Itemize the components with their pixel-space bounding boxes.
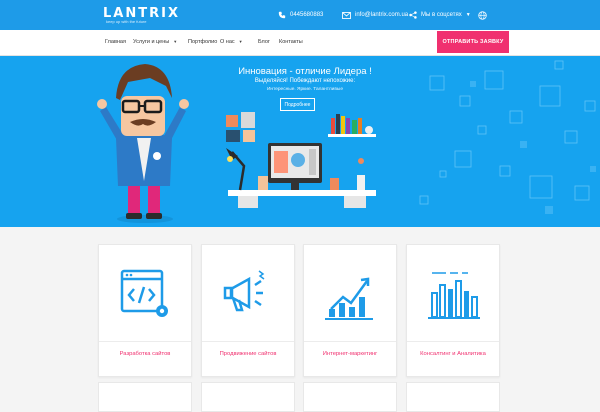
hero-banner: Инновация - отличие Лидера ! Выделяйся! … (0, 56, 600, 227)
share-icon (409, 11, 417, 19)
phone-number: 0445680883 (290, 12, 324, 18)
service-card-consulting[interactable]: Консалтинг и Аналитика (406, 244, 500, 377)
service-card-partial[interactable] (201, 382, 295, 412)
mail-icon (342, 11, 351, 19)
request-button[interactable]: ОТПРАВИТЬ ЗАЯВКУ (437, 31, 509, 53)
bar-chart-icon (428, 272, 480, 319)
nav-item-services[interactable]: Услуги и цены ▼ (133, 39, 177, 45)
megaphone-icon (223, 270, 265, 312)
service-card-marketing[interactable]: Интернет-маркетинг (303, 244, 397, 377)
email-address: info@lantrix.com.ua (355, 12, 409, 18)
chevron-down-icon: ▼ (173, 39, 178, 44)
service-card-web-dev[interactable]: Разработка сайтов (98, 244, 192, 377)
service-card-partial[interactable] (406, 382, 500, 412)
growth-chart-icon (325, 277, 373, 320)
language-switch[interactable] (478, 9, 491, 21)
service-label: Продвижение сайтов (219, 351, 277, 357)
hero-title: Инновация - отличие Лидера ! (238, 66, 372, 77)
nav-item-contacts[interactable]: Контакты (279, 39, 303, 45)
hero-subtitle: Выделяйся! Побеждают непохожие: (254, 78, 356, 84)
logo-tagline: keep up with the future (106, 19, 147, 24)
email-contact[interactable]: info@lantrix.com.ua (342, 9, 408, 21)
service-label: Консалтинг и Аналитика (420, 351, 486, 357)
service-card-partial[interactable] (303, 382, 397, 412)
social-links[interactable]: Мы в соцсетях ▼ (409, 9, 471, 21)
nav-item-about[interactable]: О нас ▼ (220, 39, 243, 45)
phone-icon (278, 11, 286, 19)
chevron-down-icon: ▼ (465, 12, 471, 18)
globe-icon (478, 10, 487, 20)
main-nav: Главная Услуги и цены ▼ Портфолио О нас ▼ … (0, 30, 600, 56)
service-card-partial[interactable] (98, 382, 192, 412)
more-button[interactable]: Подробнее (280, 98, 315, 111)
chevron-down-icon: ▼ (238, 39, 243, 44)
service-label: Интернет-маркетинг (322, 351, 378, 357)
service-card-promotion[interactable]: Продвижение сайтов (201, 244, 295, 377)
nav-item-blog[interactable]: Блог (258, 39, 270, 45)
top-bar: LANTRIX keep up with the future 04456808… (0, 0, 600, 30)
phone-contact[interactable]: 0445680883 (278, 9, 323, 21)
nav-item-portfolio[interactable]: Портфолио (188, 39, 217, 45)
social-label: Мы в соцсетях (421, 12, 462, 18)
service-label: Разработка сайтов (119, 351, 171, 357)
code-window-icon (120, 269, 168, 317)
nav-item-home[interactable]: Главная (105, 39, 126, 45)
hero-tagline: Интересные. Яркие. Талантливые (266, 87, 344, 92)
